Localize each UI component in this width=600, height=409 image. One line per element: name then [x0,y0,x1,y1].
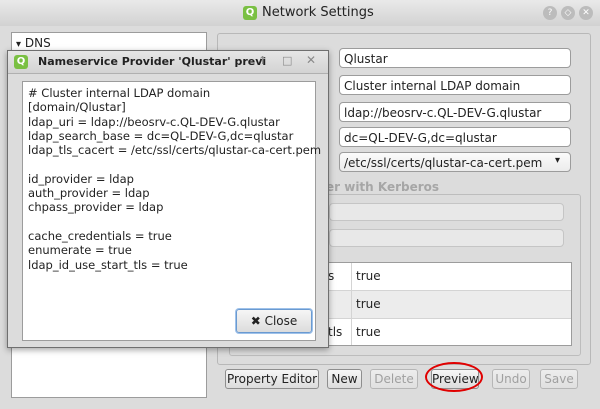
delete-button[interactable]: Delete [370,369,418,389]
table-cell-value[interactable]: true [356,325,381,339]
dialog-titlebar: Q Nameservice Provider 'Qlustar' previ ↑… [8,51,328,74]
kerberos-field-2 [329,229,564,247]
pin-icon[interactable]: ↑ [258,54,267,67]
undo-button[interactable]: Undo [492,369,530,389]
app-icon: Q [14,55,28,69]
ldap-uri-field[interactable]: ldap://beosrv-c.QL-DEV-G.qlustar [339,102,571,122]
kerberos-group-title: er with Kerberos [326,180,440,194]
config-text-content: # Cluster internal LDAP domain [domain/Q… [28,86,322,272]
app-icon: Q [243,6,257,20]
window-titlebar: Q Network Settings ? ◇ ✕ [0,0,600,27]
kerberos-field-1 [329,203,564,221]
help-icon[interactable]: ? [543,6,557,20]
provider-description-field[interactable]: Cluster internal LDAP domain [339,75,571,95]
window-title: Network Settings [262,5,374,20]
table-cell-value[interactable]: true [356,269,381,283]
close-button-label: Close [264,314,298,328]
new-button[interactable]: New [327,369,362,389]
chevron-down-icon[interactable]: ▾ [555,155,560,166]
chevron-down-icon[interactable]: ▾ [16,39,21,50]
ldap-search-base-field[interactable]: dc=QL-DEV-G,dc=qlustar [339,127,571,147]
save-button[interactable]: Save [540,369,578,389]
tls-cacert-combo[interactable]: /etc/ssl/certs/qlustar-ca-cert.pem [339,152,571,172]
table-cell-value[interactable]: true [356,297,381,311]
restore-icon[interactable]: ◇ [561,6,575,20]
tree-item-dns[interactable]: ▾ DNS [16,36,51,50]
close-dialog-icon[interactable]: ✕ [306,53,316,67]
config-preview-text[interactable]: # Cluster internal LDAP domain [domain/Q… [22,81,321,341]
tls-cacert-value: /etc/ssl/certs/qlustar-ca-cert.pem [344,156,543,170]
close-button[interactable]: ✖ Close [236,309,312,333]
dialog-title: Nameservice Provider 'Qlustar' previ [38,55,267,68]
preview-dialog: Q Nameservice Provider 'Qlustar' previ ↑… [7,50,329,348]
tree-item-label: DNS [24,36,51,50]
close-icon: ✖ [250,314,261,328]
maximize-icon[interactable]: □ [282,54,292,67]
table-column-divider [351,263,352,345]
property-editor-button[interactable]: Property Editor [225,369,319,389]
close-window-icon[interactable]: ✕ [579,6,593,20]
preview-highlight-ellipse [425,362,483,392]
provider-name-field[interactable]: Qlustar [339,48,571,68]
